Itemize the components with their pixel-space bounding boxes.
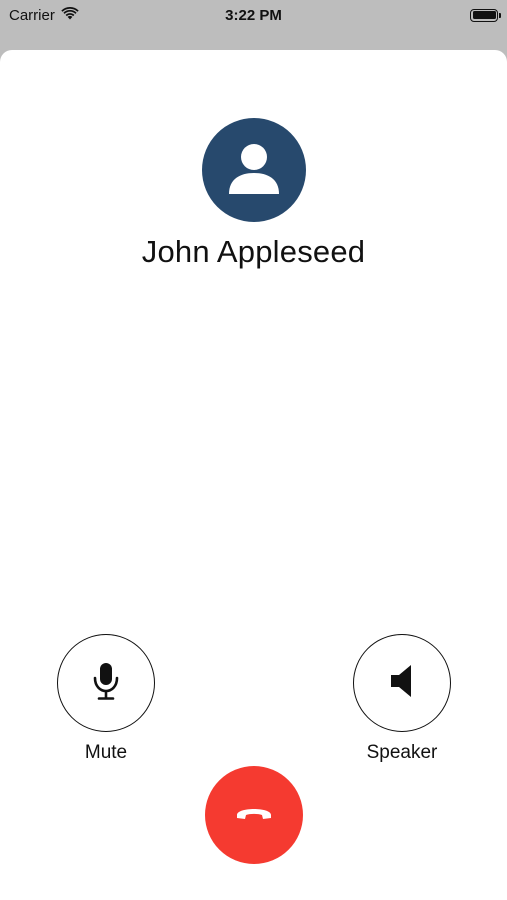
phone-hangup-icon	[234, 803, 274, 828]
microphone-icon	[91, 661, 121, 706]
carrier-label: Carrier	[9, 6, 55, 24]
person-icon	[224, 138, 284, 203]
speaker-icon	[387, 661, 417, 706]
speaker-button[interactable]	[353, 634, 451, 732]
avatar	[202, 118, 306, 222]
caller-name: John Appleseed	[141, 234, 366, 269]
mute-label: Mute	[84, 742, 128, 763]
status-bar: Carrier 3:22 PM	[0, 0, 507, 30]
mute-button[interactable]	[57, 634, 155, 732]
battery-icon	[470, 8, 501, 22]
speaker-label: Speaker	[366, 742, 438, 763]
call-screen: Carrier 3:22 PM John Appleseed Mute Spea…	[0, 0, 507, 900]
wifi-icon	[61, 6, 79, 24]
status-left: Carrier	[9, 6, 79, 24]
end-call-button[interactable]	[205, 766, 303, 864]
battery-level	[472, 11, 496, 19]
call-sheet: John Appleseed Mute Speaker	[0, 50, 507, 900]
